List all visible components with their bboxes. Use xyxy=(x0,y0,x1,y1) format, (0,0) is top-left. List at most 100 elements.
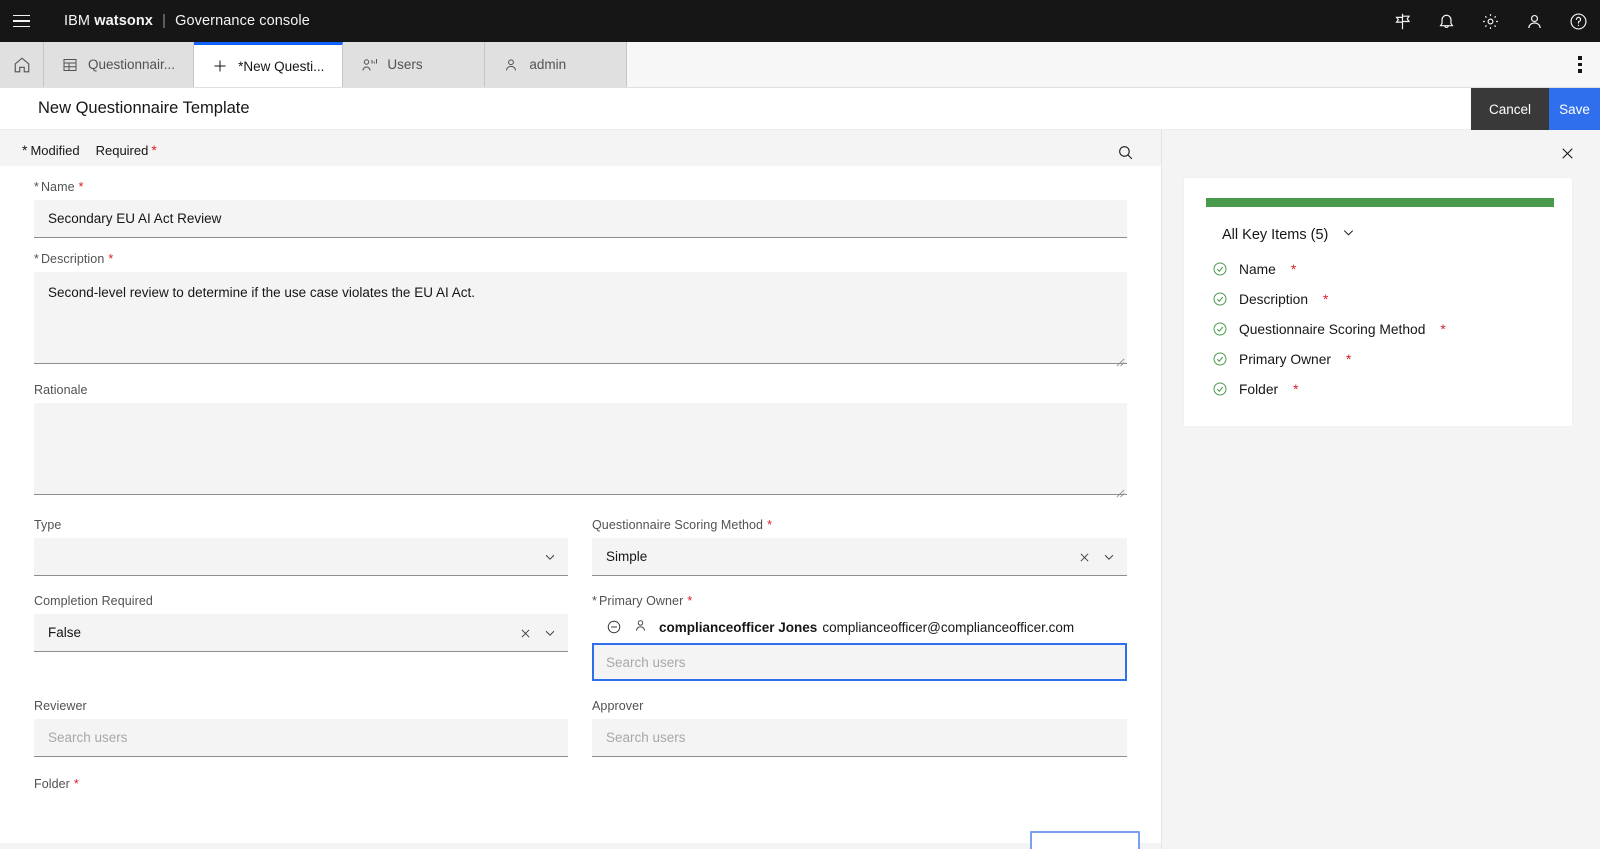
required-label: Required xyxy=(95,142,149,158)
main-content: * Modified Required * * Name * Secondary… xyxy=(0,130,1600,849)
plus-icon xyxy=(212,58,229,74)
owner-label-text: Primary Owner xyxy=(598,594,684,608)
save-button[interactable]: Save xyxy=(1549,88,1600,130)
legend-row: * Modified Required * xyxy=(0,130,1161,166)
checkmark-outline-icon xyxy=(1212,291,1228,307)
scoring-required-asterisk: * xyxy=(767,518,773,532)
type-select[interactable] xyxy=(34,538,568,576)
chevron-down-icon[interactable] xyxy=(1341,225,1356,244)
key-item-asterisk: * xyxy=(1346,351,1352,367)
key-items-panel: All Key Items (5) Name * Description * Q… xyxy=(1161,130,1600,849)
key-item[interactable]: Description * xyxy=(1184,284,1572,314)
key-item[interactable]: Primary Owner * xyxy=(1184,344,1572,374)
key-item[interactable]: Name * xyxy=(1184,254,1572,284)
row-type-scoring: Type Questionnaire Scoring Method * Simp… xyxy=(34,518,1127,576)
clear-x-icon[interactable] xyxy=(519,627,532,640)
tab-label: Users xyxy=(387,57,423,72)
field-rationale: Rationale xyxy=(34,383,1127,500)
brand-ibm: IBM xyxy=(64,13,91,29)
table-icon xyxy=(62,57,79,73)
completion-select-icons xyxy=(519,614,557,652)
description-textarea[interactable] xyxy=(34,272,1127,364)
primary-owner-name: complianceofficer Jones xyxy=(659,619,818,635)
chevron-down-icon[interactable] xyxy=(543,626,557,640)
chevron-down-icon[interactable] xyxy=(1102,550,1116,564)
folder-label-text: Folder xyxy=(34,777,70,791)
form-pane: * Modified Required * * Name * Secondary… xyxy=(0,130,1161,849)
reviewer-search-input[interactable] xyxy=(34,719,568,757)
key-item-asterisk: * xyxy=(1323,291,1329,307)
field-label-primary-owner: * Primary Owner * xyxy=(592,594,1127,608)
page-title: New Questionnaire Template xyxy=(38,99,250,117)
cancel-button[interactable]: Cancel xyxy=(1471,88,1549,130)
completion-required-select[interactable]: False xyxy=(34,614,568,652)
brand-title: IBM watsonx | Governance console xyxy=(64,13,310,29)
user-icon xyxy=(503,57,520,73)
signpost-icon[interactable] xyxy=(1380,0,1424,42)
primary-owner-name-email: complianceofficer Jones complianceofficer… xyxy=(659,620,1074,635)
key-item-asterisk: * xyxy=(1293,381,1299,397)
tab-label: *New Questi... xyxy=(238,58,325,74)
field-approver: Approver xyxy=(592,699,1127,757)
folder-required-asterisk: * xyxy=(73,777,79,791)
field-label-type: Type xyxy=(34,518,62,532)
user-icon xyxy=(633,618,648,636)
checkmark-outline-icon xyxy=(1212,321,1228,337)
field-label-folder: Folder * xyxy=(34,777,1127,791)
tab-new-questionnaire[interactable]: *New Questi... xyxy=(194,42,344,87)
required-asterisk: * xyxy=(151,142,157,158)
help-question-icon[interactable] xyxy=(1556,0,1600,42)
overflow-menu-icon[interactable] xyxy=(1560,42,1600,87)
settings-gear-icon[interactable] xyxy=(1468,0,1512,42)
modified-asterisk: * xyxy=(22,142,28,158)
field-label-description: * Description * xyxy=(34,252,1127,266)
user-analytics-icon xyxy=(361,57,378,73)
brand-console: Governance console xyxy=(175,13,310,29)
notification-bell-icon[interactable] xyxy=(1424,0,1468,42)
key-item[interactable]: Folder * xyxy=(1184,374,1572,404)
name-required-asterisk: * xyxy=(78,180,84,194)
folder-selector-partial[interactable] xyxy=(1030,831,1140,849)
rationale-textarea[interactable] xyxy=(34,403,1127,495)
primary-owner-search-input[interactable] xyxy=(592,643,1127,681)
chevron-down-icon[interactable] xyxy=(543,550,557,564)
tab-questionnaires[interactable]: Questionnair... xyxy=(44,42,195,87)
field-scoring-method: Questionnaire Scoring Method * Simple xyxy=(592,518,1127,576)
page-header: New Questionnaire Template Cancel Save xyxy=(0,88,1600,130)
completion-required-value: False xyxy=(48,625,82,640)
form-body: *Name* *Description* Rationale xyxy=(0,166,1161,843)
completion-progress-bar xyxy=(1206,198,1554,207)
name-input[interactable] xyxy=(34,200,1127,238)
field-label-name: * Name * xyxy=(34,180,1127,194)
description-modified-asterisk: * xyxy=(34,252,39,266)
search-icon[interactable] xyxy=(1109,137,1141,167)
brand-separator: | xyxy=(162,13,166,29)
global-header-actions xyxy=(1380,0,1600,42)
key-item-label: Folder xyxy=(1239,381,1279,397)
remove-circle-icon[interactable] xyxy=(606,619,622,635)
field-completion-required: Completion Required False xyxy=(34,594,568,681)
description-label-text: Description xyxy=(40,252,105,266)
approver-search-input[interactable] xyxy=(592,719,1127,757)
field-label-approver: Approver xyxy=(592,699,644,713)
tab-users[interactable]: Users xyxy=(343,42,486,87)
home-icon[interactable] xyxy=(0,42,44,87)
clear-x-icon[interactable] xyxy=(1078,551,1091,564)
close-icon[interactable] xyxy=(1552,138,1582,168)
scoring-method-select[interactable]: Simple xyxy=(592,538,1127,576)
all-key-items-toggle[interactable]: All Key Items (5) xyxy=(1184,207,1356,254)
tab-admin[interactable]: admin xyxy=(485,42,628,87)
row-completion-owner: Completion Required False * Primary Owne… xyxy=(34,594,1127,681)
key-item[interactable]: Questionnaire Scoring Method * xyxy=(1184,314,1572,344)
hamburger-menu-icon[interactable] xyxy=(0,0,42,42)
modified-label: Modified xyxy=(30,142,80,158)
field-primary-owner: * Primary Owner * complianceofficer Jone… xyxy=(592,594,1127,681)
checkmark-outline-icon xyxy=(1212,381,1228,397)
scoring-method-value: Simple xyxy=(606,549,648,564)
tab-bar-spacer xyxy=(627,42,1560,87)
name-label-text: Name xyxy=(40,180,75,194)
key-item-label: Description xyxy=(1239,291,1309,307)
key-item-asterisk: * xyxy=(1440,321,1446,337)
page-header-actions: Cancel Save xyxy=(1471,88,1600,130)
user-avatar-icon[interactable] xyxy=(1512,0,1556,42)
